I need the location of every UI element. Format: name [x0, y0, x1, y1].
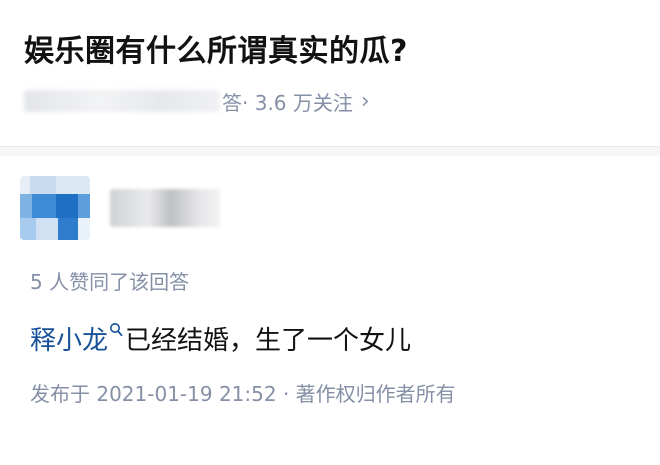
answers-suffix: 答	[222, 90, 242, 115]
blurred-answer-count	[24, 90, 220, 112]
section-divider	[0, 146, 660, 156]
followers-count: · 3.6 万关注	[242, 90, 353, 115]
search-icon[interactable]	[109, 322, 123, 338]
voters-count[interactable]: 5 人赞同了该回答	[30, 266, 189, 295]
blurred-author-name[interactable]	[110, 189, 220, 227]
avatar[interactable]	[20, 176, 90, 240]
question-title[interactable]: 娱乐圈有什么所谓真实的瓜?	[24, 26, 408, 70]
answer-content: 释小龙 已经结婚，生了一个女儿	[30, 320, 411, 357]
chevron-right-icon[interactable]: ›	[361, 89, 370, 114]
entity-link[interactable]: 释小龙	[30, 320, 108, 357]
author-info[interactable]	[20, 176, 220, 240]
publish-info: 发布于 2021-01-19 21:52 · 著作权归作者所有	[30, 382, 456, 406]
question-meta[interactable]: 答 · 3.6 万关注 ›	[24, 86, 370, 116]
answer-text: 已经结婚，生了一个女儿	[125, 326, 412, 356]
question-header: 娱乐圈有什么所谓真实的瓜? 答 · 3.6 万关注 ›	[0, 0, 660, 146]
